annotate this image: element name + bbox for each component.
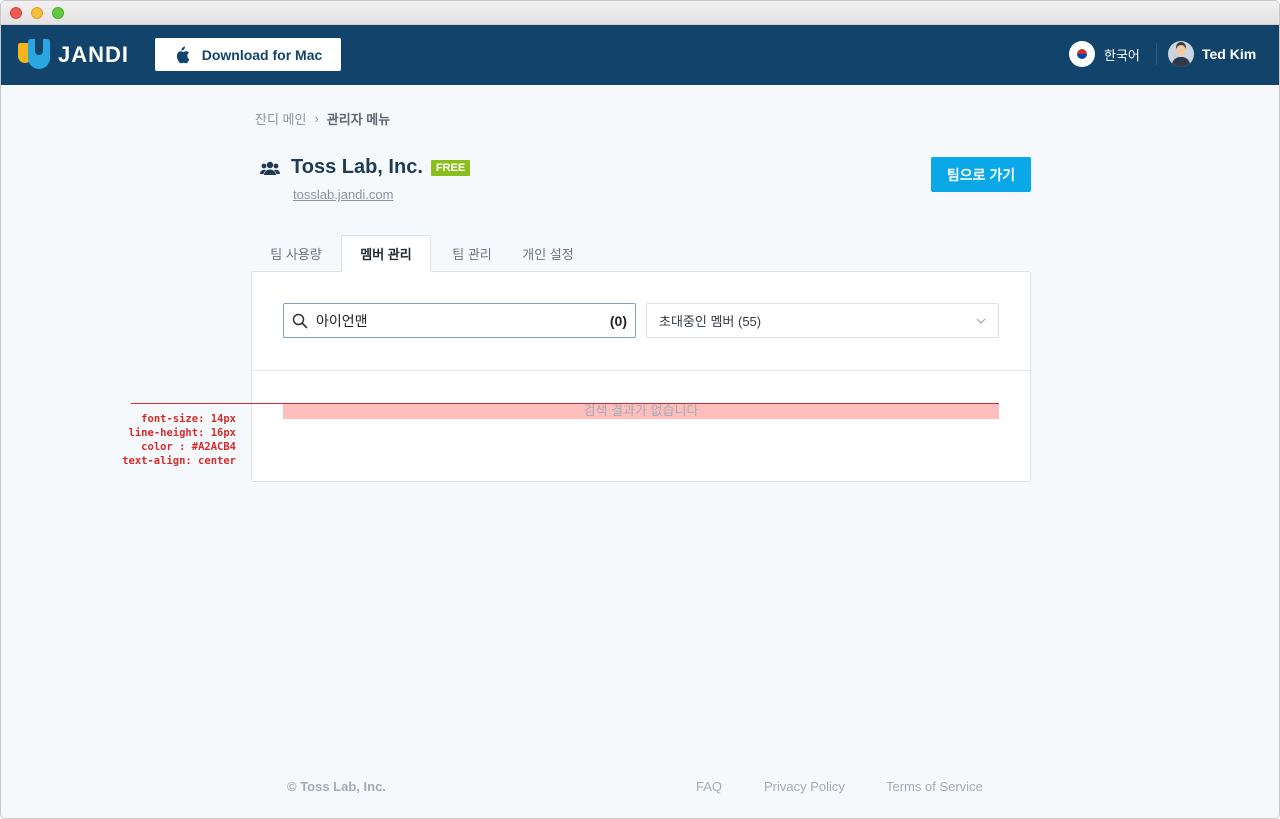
member-filter-value: 초대중인 멤버 (55) <box>659 314 762 329</box>
member-filter-select[interactable]: 초대중인 멤버 (55) <box>646 303 999 338</box>
jandi-logo-icon <box>18 39 52 71</box>
download-for-mac-button[interactable]: Download for Mac <box>155 38 341 71</box>
empty-result-message: 검색 결과가 없습니다 <box>283 403 999 419</box>
close-window-button[interactable] <box>10 7 22 19</box>
search-query: 아이언맨 <box>316 312 368 329</box>
avatar <box>1168 41 1194 67</box>
language-selector[interactable]: 한국어 <box>1069 41 1140 67</box>
top-navigation-bar: JANDI Download for Mac 한국어 Ted Kim <box>1 25 1279 85</box>
korea-flag-icon <box>1069 41 1095 67</box>
spec-line-height: line-height: 16px <box>128 427 236 439</box>
user-menu[interactable]: Ted Kim <box>1168 41 1256 67</box>
search-result-count: (0) <box>609 312 627 329</box>
team-url-link[interactable]: tosslab.jandi.com <box>293 187 393 202</box>
member-search-input[interactable]: 아이언맨 (0) <box>283 303 636 338</box>
tab-member-management[interactable]: 멤버 관리 <box>341 235 431 272</box>
team-name: Toss Lab, Inc. <box>291 156 423 178</box>
plan-badge: FREE <box>430 159 471 176</box>
search-icon <box>292 313 308 328</box>
spec-guide-line <box>131 403 999 404</box>
team-header: Toss Lab, Inc. FREE <box>260 156 471 179</box>
breadcrumb: 잔디 메인 › 관리자 메뉴 <box>255 109 390 128</box>
language-label: 한국어 <box>1104 47 1140 63</box>
window-titlebar <box>1 1 1279 25</box>
go-to-team-button[interactable]: 팀으로 가기 <box>931 157 1031 192</box>
footer-faq-link[interactable]: FAQ <box>696 779 722 794</box>
logo-text: JANDI <box>58 42 130 67</box>
app-window: JANDI Download for Mac 한국어 Ted Kim 잔디 메인… <box>0 0 1280 819</box>
footer-copyright: © Toss Lab, Inc. <box>287 779 386 794</box>
breadcrumb-home-link[interactable]: 잔디 메인 <box>255 109 306 128</box>
apple-icon <box>176 46 190 63</box>
team-icon <box>260 161 280 175</box>
header-divider <box>1156 43 1157 65</box>
chevron-down-icon <box>976 318 986 324</box>
panel-divider <box>252 370 1030 371</box>
tab-personal-settings[interactable]: 개인 설정 <box>511 235 585 272</box>
tab-team-management[interactable]: 팀 관리 <box>437 235 507 272</box>
tab-team-usage[interactable]: 팀 사용량 <box>255 235 337 272</box>
spec-font-size: font-size: 14px <box>141 413 236 425</box>
footer-privacy-link[interactable]: Privacy Policy <box>764 779 845 794</box>
footer-terms-link[interactable]: Terms of Service <box>886 779 983 794</box>
user-name: Ted Kim <box>1202 46 1257 62</box>
spec-annotation: font-size: 14px line-height: 16px color … <box>101 412 236 468</box>
maximize-window-button[interactable] <box>52 7 64 19</box>
spec-color: color : #A2ACB4 <box>141 441 236 453</box>
download-label: Download for Mac <box>201 46 323 63</box>
jandi-logo[interactable]: JANDI <box>18 39 129 71</box>
breadcrumb-current: 관리자 메뉴 <box>326 112 391 127</box>
member-panel: 아이언맨 (0) 초대중인 멤버 (55) 검색 결과가 없습니다 <box>251 271 1031 482</box>
breadcrumb-separator: › <box>314 111 319 126</box>
minimize-window-button[interactable] <box>31 7 43 19</box>
spec-text-align: text-align: center <box>122 455 236 467</box>
